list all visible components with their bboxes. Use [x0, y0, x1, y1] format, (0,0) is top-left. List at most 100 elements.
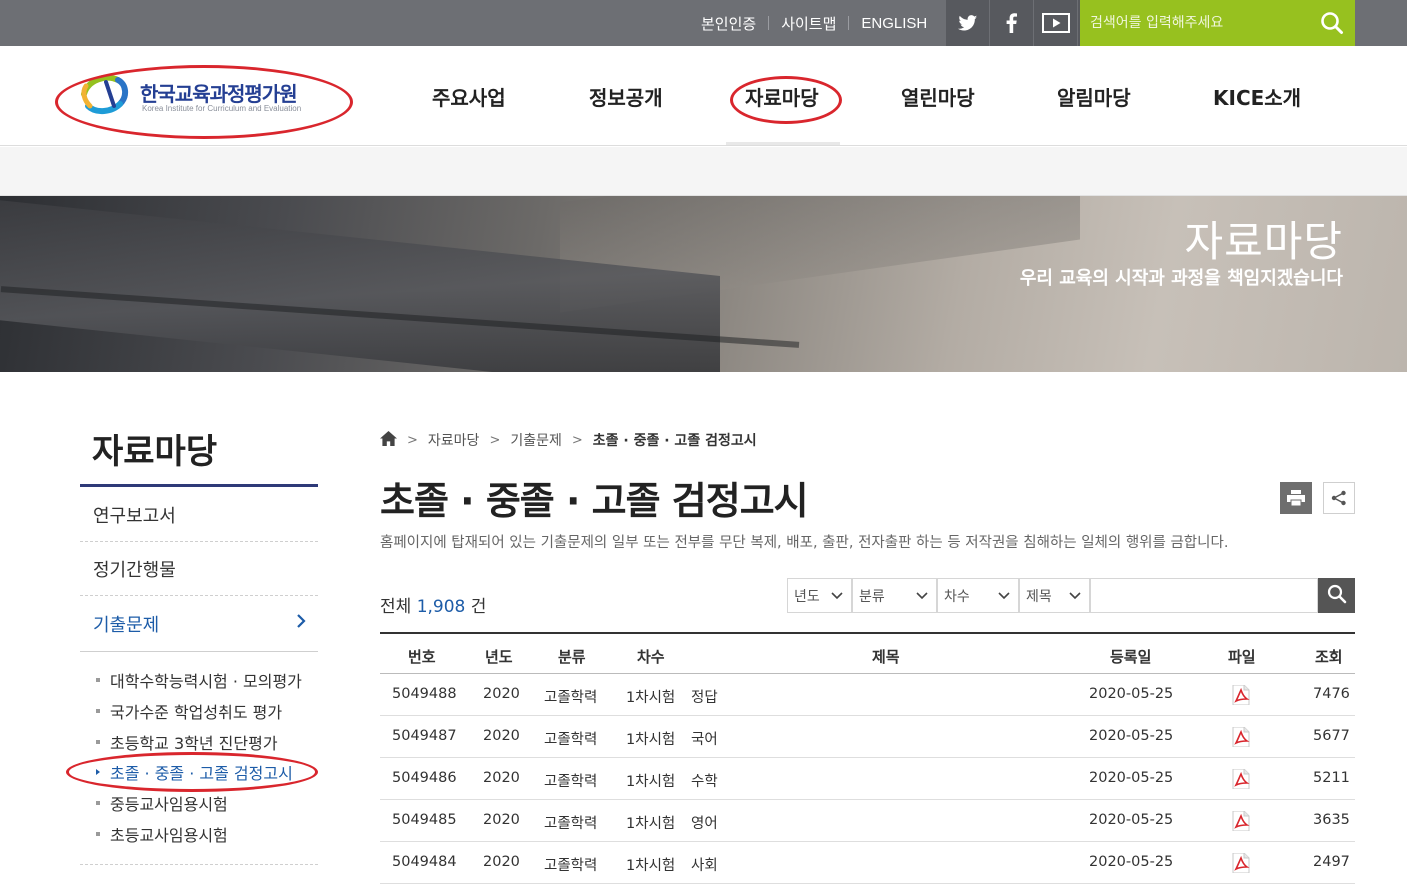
home-icon[interactable]: [380, 430, 397, 450]
col-header-title: 제목: [872, 648, 900, 666]
bullet: [96, 709, 100, 713]
col-header-category: 분류: [558, 648, 586, 666]
gnb-item-main-business[interactable]: 주요사업: [432, 82, 506, 111]
sub-item-secondary-teacher[interactable]: 중등교사임용시험: [96, 791, 228, 815]
table-row[interactable]: 5049488 2020 고졸학력 1차시험 정답 2020-05-25 7476: [380, 674, 1355, 716]
cell-date: 2020-05-25: [1089, 770, 1174, 786]
sub-item-csat[interactable]: 대학수학능력시험 · 모의평가: [96, 668, 302, 692]
pdf-icon[interactable]: [1232, 810, 1250, 832]
sub-item-achievement[interactable]: 국가수준 학업성취도 평가: [96, 699, 282, 723]
pdf-icon[interactable]: [1232, 768, 1250, 790]
breadcrumb-item[interactable]: 기출문제: [510, 430, 562, 450]
table-row[interactable]: 5049485 2020 고졸학력 1차시험 영어 2020-05-25 3635: [380, 800, 1355, 842]
sub-item-ged[interactable]: 초졸 · 중졸 · 고졸 검정고시: [96, 760, 293, 784]
search-icon[interactable]: [1317, 8, 1347, 38]
twitter-icon[interactable]: [946, 0, 990, 46]
share-icon[interactable]: [1323, 482, 1355, 514]
sub-item-label: 국가수준 학업성취도 평가: [110, 703, 283, 722]
lnb-title: 자료마당: [92, 432, 218, 472]
cell-views: 7476: [1313, 686, 1350, 702]
facebook-icon[interactable]: [990, 0, 1034, 46]
cell-year: 2020: [483, 686, 520, 702]
cell-number: 5049485: [392, 812, 457, 828]
cell-number: 5049487: [392, 728, 457, 744]
sub-item-label: 중등교사임용시험: [110, 795, 228, 814]
cell-title[interactable]: 국어: [691, 728, 718, 749]
search-button[interactable]: [1318, 578, 1355, 613]
chevron-down-icon: [998, 588, 1010, 604]
chevron-down-icon: [916, 588, 928, 604]
cell-round: 1차시험: [626, 774, 676, 790]
hero-banner: 자료마당 우리 교육의 시작과 과정을 책임지겠습니다: [0, 196, 1407, 372]
col-header-number: 번호: [408, 648, 436, 666]
lnb-item-periodicals[interactable]: 정기간행물: [80, 542, 318, 596]
filter-round-select[interactable]: 차수: [937, 578, 1019, 613]
bullet: [96, 740, 100, 744]
cell-date: 2020-05-25: [1089, 812, 1174, 828]
auth-link[interactable]: 본인인증: [701, 13, 756, 34]
gnb-item-notice[interactable]: 알림마당: [1057, 82, 1131, 111]
table-header: 번호 년도 분류 차수 제목 등록일 파일 조회: [380, 632, 1355, 674]
table-row[interactable]: 5049484 2020 고졸학력 1차시험 사회 2020-05-25 2497: [380, 842, 1355, 884]
cell-number: 5049488: [392, 686, 457, 702]
cell-round: 1차시험: [626, 816, 676, 832]
cell-round: 1차시험: [626, 732, 676, 748]
gnb-item-about[interactable]: KICE소개: [1213, 82, 1301, 111]
sitemap-link[interactable]: 사이트맵: [781, 13, 836, 34]
chevron-right-icon: >: [489, 432, 501, 448]
cell-category: 고졸학력: [544, 774, 598, 790]
cell-date: 2020-05-25: [1089, 728, 1174, 744]
submenu-band: [0, 147, 1407, 196]
lnb-divider: [80, 864, 318, 865]
cell-title[interactable]: 영어: [691, 812, 718, 833]
lnb-item-label: 기출문제: [93, 614, 160, 636]
pdf-icon[interactable]: [1232, 684, 1250, 706]
total-unit: 건: [470, 597, 487, 617]
divider: [848, 16, 850, 30]
keyword-input[interactable]: [1090, 578, 1318, 613]
gnb-active-indicator: [726, 142, 840, 145]
lnb-item-research-reports[interactable]: 연구보고서: [80, 488, 318, 542]
col-header-views: 조회: [1315, 648, 1343, 666]
gnb-item-info-disclosure[interactable]: 정보공개: [589, 82, 663, 111]
divider: [768, 16, 770, 30]
table-row[interactable]: 5049486 2020 고졸학력 1차시험 수학 2020-05-25 5211: [380, 758, 1355, 800]
pdf-icon[interactable]: [1232, 852, 1250, 874]
cell-year: 2020: [483, 812, 520, 828]
search-input[interactable]: [1090, 8, 1310, 38]
cell-number: 5049484: [392, 854, 457, 870]
cell-number: 5049486: [392, 770, 457, 786]
pdf-icon[interactable]: [1232, 726, 1250, 748]
youtube-icon[interactable]: [1034, 0, 1078, 46]
filter-year-select[interactable]: 년도: [787, 578, 852, 613]
table-row[interactable]: 5049487 2020 고졸학력 1차시험 국어 2020-05-25 5677: [380, 716, 1355, 758]
cell-title[interactable]: 정답: [691, 686, 718, 707]
site-logo[interactable]: 한국교육과정평가원 Korea Institute for Curriculum…: [78, 68, 338, 128]
sub-item-label: 초등학교 3학년 진단평가: [110, 734, 278, 753]
cell-category: 고졸학력: [544, 732, 598, 748]
cell-title[interactable]: 사회: [691, 854, 718, 875]
page-title: 초졸 · 중졸 · 고졸 검정고시: [380, 479, 809, 523]
breadcrumb-item[interactable]: 자료마당: [428, 430, 480, 450]
cell-title[interactable]: 수학: [691, 770, 718, 791]
lnb-item-label: 연구보고서: [93, 505, 176, 527]
sub-item-diagnostic[interactable]: 초등학교 3학년 진단평가: [96, 730, 278, 754]
lnb-item-past-exams[interactable]: 기출문제: [80, 596, 318, 652]
print-icon[interactable]: [1280, 482, 1312, 514]
chevron-down-icon: [831, 588, 843, 604]
total-number: 1,908: [416, 597, 466, 617]
gnb-item-data-room[interactable]: 자료마당: [745, 82, 819, 111]
chevron-down-icon: [1069, 588, 1081, 604]
active-arrow: [96, 769, 100, 775]
search-icon: [1327, 584, 1347, 608]
cell-category: 고졸학력: [544, 816, 598, 832]
site-header: 한국교육과정평가원 Korea Institute for Curriculum…: [0, 46, 1407, 146]
filter-field-select[interactable]: 제목: [1019, 578, 1090, 613]
filter-label: 제목: [1026, 588, 1052, 605]
cell-views: 2497: [1313, 854, 1350, 870]
total-label: 전체: [380, 597, 412, 617]
filter-category-select[interactable]: 분류: [852, 578, 937, 613]
sub-item-elementary-teacher[interactable]: 초등교사임용시험: [96, 822, 228, 846]
gnb-item-open-forum[interactable]: 열린마당: [901, 82, 975, 111]
english-link[interactable]: ENGLISH: [861, 15, 927, 32]
